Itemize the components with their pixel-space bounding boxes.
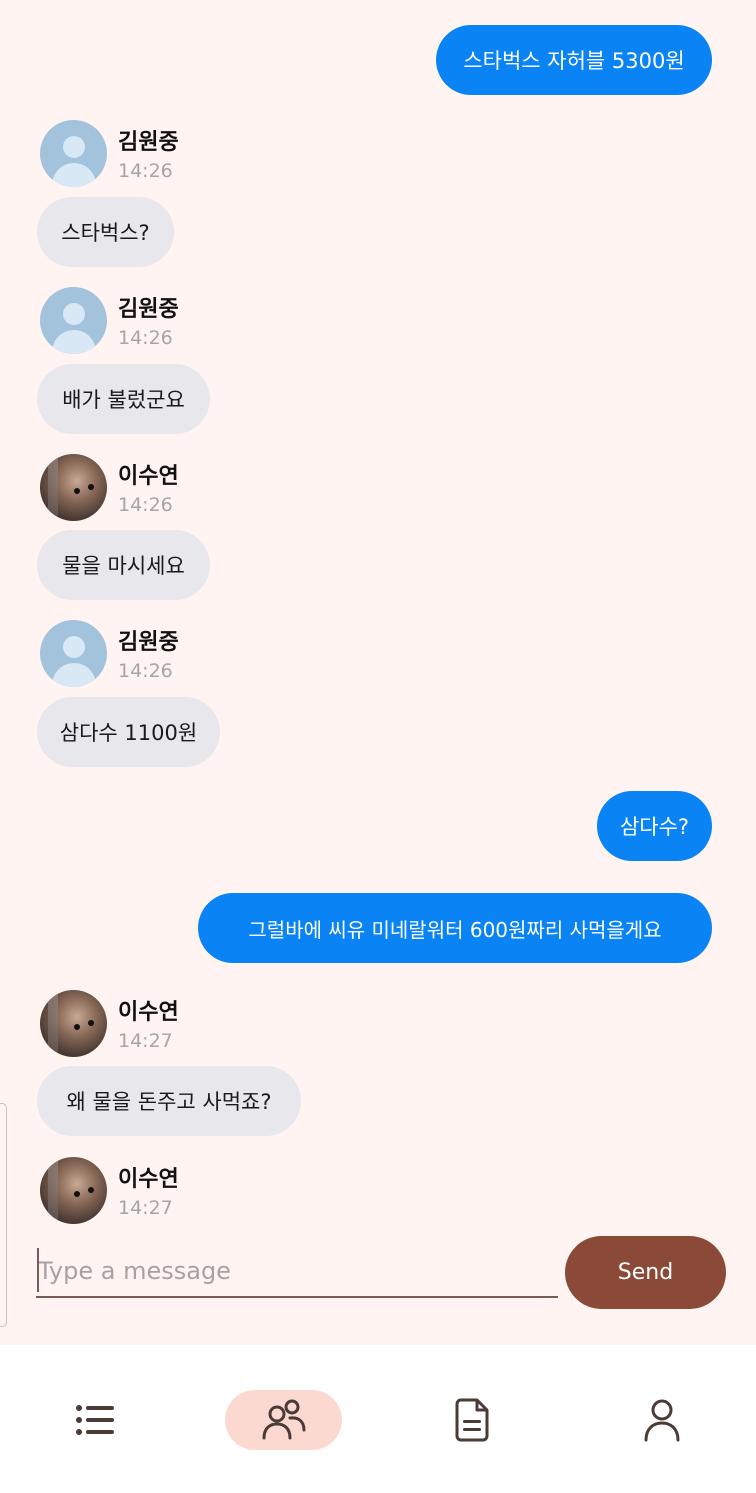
text-caret: [37, 1248, 39, 1292]
nav-item-friends[interactable]: [225, 1390, 342, 1450]
received-message-bubble[interactable]: 삼다수 1100원: [37, 697, 220, 767]
avatar-photo-detail: [74, 1024, 80, 1030]
chat-screen: 스타벅스 자허블 5300원 김원중 14:26 스타벅스? 김원중 14:26…: [0, 0, 756, 1493]
received-message-bubble[interactable]: 물을 마시세요: [37, 530, 210, 600]
person-icon: [644, 1399, 679, 1442]
sent-message-bubble[interactable]: 스타벅스 자허블 5300원: [436, 25, 712, 95]
avatar-photo-detail: [74, 488, 80, 494]
message-time: 14:26: [118, 327, 173, 349]
avatar-photo-detail: [74, 1191, 80, 1197]
received-message-bubble[interactable]: 왜 물을 돈주고 사먹죠?: [37, 1066, 301, 1136]
avatar-head-shape: [63, 636, 85, 658]
avatar-head-shape: [63, 303, 85, 325]
sender-avatar[interactable]: [40, 287, 107, 354]
sender-avatar[interactable]: [40, 990, 107, 1057]
avatar-photo-detail: [48, 990, 58, 1057]
avatar-body-shape: [52, 330, 96, 354]
received-message-bubble[interactable]: 스타벅스?: [37, 197, 174, 267]
avatar-photo-detail: [48, 1157, 58, 1224]
message-list[interactable]: 스타벅스 자허블 5300원 김원중 14:26 스타벅스? 김원중 14:26…: [0, 0, 756, 1345]
avatar-photo-detail: [88, 1187, 94, 1193]
people-icon: [262, 1399, 305, 1440]
message-time: 14:27: [118, 1030, 173, 1052]
sender-avatar[interactable]: [40, 120, 107, 187]
sender-name: 김원중: [118, 630, 179, 655]
message-time: 14:26: [118, 160, 173, 182]
sender-avatar[interactable]: [40, 454, 107, 521]
sender-avatar[interactable]: [40, 1157, 107, 1224]
document-icon: [455, 1398, 488, 1442]
avatar-photo-detail: [88, 484, 94, 490]
nav-item-profile[interactable]: [603, 1390, 720, 1450]
message-composer: Send: [0, 1230, 756, 1320]
list-icon: [75, 1405, 114, 1435]
sender-name: 이수연: [118, 464, 179, 489]
nav-item-list[interactable]: [36, 1390, 153, 1450]
avatar-head-shape: [63, 136, 85, 158]
message-input[interactable]: [36, 1246, 558, 1298]
message-time: 14:26: [118, 660, 173, 682]
sender-name: 이수연: [118, 1167, 179, 1192]
message-time: 14:26: [118, 494, 173, 516]
avatar-body-shape: [52, 163, 96, 187]
nav-item-documents[interactable]: [414, 1390, 531, 1450]
sender-name: 이수연: [118, 1000, 179, 1025]
avatar-body-shape: [52, 663, 96, 687]
sender-name: 김원중: [118, 297, 179, 322]
sender-name: 김원중: [118, 130, 179, 155]
received-message-bubble[interactable]: 배가 불렀군요: [37, 364, 210, 434]
avatar-photo-detail: [48, 454, 58, 521]
avatar-photo-detail: [88, 1020, 94, 1026]
message-time: 14:27: [118, 1197, 173, 1219]
sender-avatar[interactable]: [40, 620, 107, 687]
bottom-navigation: [0, 1345, 756, 1493]
sent-message-bubble[interactable]: 삼다수?: [597, 791, 712, 861]
sent-message-bubble[interactable]: 그럴바에 씨유 미네랄워터 600원짜리 사먹을게요: [198, 893, 712, 963]
send-button[interactable]: Send: [565, 1236, 726, 1309]
